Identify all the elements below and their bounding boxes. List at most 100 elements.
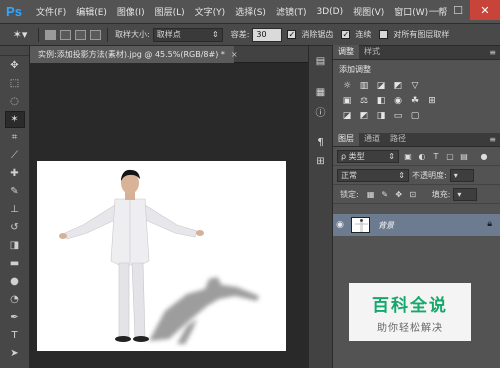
- menu-3d[interactable]: 3D(D): [311, 7, 348, 17]
- vibrance-icon[interactable]: ▽: [409, 80, 421, 91]
- sample-all-layers-label: 对所有图层取样: [393, 30, 450, 39]
- layer-row-background[interactable]: ◉ 背景 🔒︎: [333, 214, 500, 236]
- pen-tool-icon[interactable]: ✒: [5, 309, 25, 326]
- panel-grip[interactable]: [0, 46, 29, 56]
- tab-paths[interactable]: 路径: [385, 132, 411, 146]
- close-button[interactable]: ✕: [470, 0, 500, 20]
- tab-styles[interactable]: 样式: [359, 45, 385, 59]
- add-selection-icon[interactable]: [60, 29, 71, 40]
- brush-tool-icon[interactable]: ✎: [5, 183, 25, 200]
- lock-all-icon[interactable]: ⊡: [408, 189, 418, 199]
- menu-file[interactable]: 文件(F): [31, 5, 71, 18]
- posterize-icon[interactable]: ◩: [358, 110, 370, 121]
- marquee-tool-icon[interactable]: ⬚: [5, 75, 25, 92]
- swatches-panel-icon[interactable]: ▦: [311, 85, 330, 100]
- tab-channels[interactable]: 通道: [359, 132, 385, 146]
- fill-input[interactable]: ▾: [453, 187, 478, 201]
- divider: [107, 27, 108, 42]
- menu-layer[interactable]: 图层(L): [150, 5, 190, 18]
- chevron-down-icon: ▾: [457, 189, 462, 199]
- eye-icon[interactable]: ◉: [333, 220, 347, 230]
- new-selection-icon[interactable]: [45, 29, 56, 40]
- lock-label: 锁定:: [340, 189, 359, 199]
- blur-tool-icon[interactable]: ●: [5, 273, 25, 290]
- selective-color-icon[interactable]: ▢: [409, 110, 421, 121]
- intersect-selection-icon[interactable]: [90, 29, 101, 40]
- gradient-map-icon[interactable]: ▭: [392, 110, 404, 121]
- layer-kind-select[interactable]: ρ 类型 ⇕: [337, 149, 399, 163]
- chevron-down-icon: ⇕: [398, 170, 405, 180]
- color-lookup-icon[interactable]: ⊞: [426, 95, 438, 106]
- history-brush-icon[interactable]: ↺: [5, 219, 25, 236]
- info-panel-icon[interactable]: ⓘ: [311, 104, 330, 119]
- invert-icon[interactable]: ◪: [341, 110, 353, 121]
- eyedropper-tool-icon[interactable]: ⟋: [5, 147, 25, 164]
- properties-panel-icon[interactable]: ⊞: [311, 154, 330, 169]
- lock-icon: 🔒︎: [487, 219, 492, 229]
- magic-wand-preset-icon[interactable]: ✶▾: [6, 26, 34, 44]
- image-canvas[interactable]: [37, 161, 286, 351]
- document-tab[interactable]: 实例:添加投影方法(素材).jpg @ 45.5%(RGB/8#) * ×: [30, 46, 238, 63]
- paragraph-panel-icon[interactable]: ¶: [311, 135, 330, 150]
- menu-filter[interactable]: 滤镜(T): [271, 5, 312, 18]
- brightness-icon[interactable]: ☼: [341, 80, 353, 91]
- panel-menu-icon[interactable]: ≡: [489, 48, 496, 57]
- antialias-checkbox[interactable]: ✓: [287, 30, 297, 39]
- adjustment-filter-icon[interactable]: ◐: [417, 151, 427, 161]
- pixel-filter-icon[interactable]: ▣: [403, 151, 413, 161]
- subtract-selection-icon[interactable]: [75, 29, 86, 40]
- panel-menu-icon[interactable]: ≡: [489, 135, 496, 144]
- close-icon[interactable]: ×: [231, 50, 238, 59]
- type-tool-icon[interactable]: T: [5, 327, 25, 344]
- gradient-tool-icon[interactable]: ▬: [5, 255, 25, 272]
- menu-type[interactable]: 文字(Y): [190, 5, 231, 18]
- tab-adjustments[interactable]: 调整: [333, 45, 359, 59]
- dodge-tool-icon[interactable]: ◔: [5, 291, 25, 308]
- tab-layers[interactable]: 图层: [333, 132, 359, 146]
- smart-object-filter-icon[interactable]: ▤: [459, 151, 469, 161]
- minimize-button[interactable]: —: [422, 0, 446, 20]
- options-bar: ✶▾ 取样大小: 取样点 ⇕ 容差: 30 ✓ 消除锯齿 ✓ 连续 对所有图层取…: [0, 24, 500, 46]
- maximize-button[interactable]: ☐: [446, 0, 470, 20]
- clone-stamp-icon[interactable]: ⊥: [5, 201, 25, 218]
- watermark-subtitle: 助你轻松解决: [377, 322, 443, 334]
- hue-saturation-icon[interactable]: ▣: [341, 95, 353, 106]
- chevron-down-icon: ⇕: [212, 30, 219, 39]
- lock-image-icon[interactable]: ✎: [380, 189, 390, 199]
- opacity-input[interactable]: ▾: [449, 168, 474, 182]
- path-select-tool-icon[interactable]: ➤: [5, 345, 25, 362]
- healing-brush-icon[interactable]: ✚: [5, 165, 25, 182]
- levels-icon[interactable]: ▥: [358, 80, 370, 91]
- layers-panel-header: 图层 通道 路径 ≡: [333, 132, 500, 147]
- sample-size-value: 取样点: [156, 30, 181, 39]
- sample-all-layers-checkbox[interactable]: [379, 30, 389, 39]
- filter-toggle-icon[interactable]: ●: [479, 151, 489, 161]
- menu-edit[interactable]: 编辑(E): [71, 5, 112, 18]
- menu-image[interactable]: 图像(I): [112, 5, 150, 18]
- exposure-icon[interactable]: ◩: [392, 80, 404, 91]
- shape-filter-icon[interactable]: ▢: [445, 151, 455, 161]
- layer-kind-label: ρ 类型: [341, 151, 365, 161]
- black-white-icon[interactable]: ◧: [375, 95, 387, 106]
- move-tool-icon[interactable]: ✥: [5, 57, 25, 74]
- history-panel-icon[interactable]: ▤: [311, 54, 330, 69]
- lock-position-icon[interactable]: ✥: [394, 189, 404, 199]
- menu-view[interactable]: 视图(V): [348, 5, 389, 18]
- crop-tool-icon[interactable]: ⌗: [5, 129, 25, 146]
- channel-mixer-icon[interactable]: ☘: [409, 95, 421, 106]
- menu-select[interactable]: 选择(S): [230, 5, 271, 18]
- photo-filter-icon[interactable]: ◉: [392, 95, 404, 106]
- threshold-icon[interactable]: ◨: [375, 110, 387, 121]
- tolerance-input[interactable]: 30: [252, 27, 283, 42]
- blend-mode-select[interactable]: 正常 ⇕: [337, 168, 409, 182]
- text-filter-icon[interactable]: T: [431, 151, 441, 161]
- sample-size-select[interactable]: 取样点 ⇕: [152, 27, 223, 42]
- color-balance-icon[interactable]: ⚖: [358, 95, 370, 106]
- watermark-title: 百科全说: [372, 295, 448, 316]
- eraser-tool-icon[interactable]: ◨: [5, 237, 25, 254]
- contiguous-checkbox[interactable]: ✓: [341, 30, 351, 39]
- magic-wand-tool-icon[interactable]: ✶: [4, 111, 25, 128]
- lasso-tool-icon[interactable]: ◌: [5, 93, 25, 110]
- curves-icon[interactable]: ◪: [375, 80, 387, 91]
- lock-transparent-icon[interactable]: ▦: [366, 189, 376, 199]
